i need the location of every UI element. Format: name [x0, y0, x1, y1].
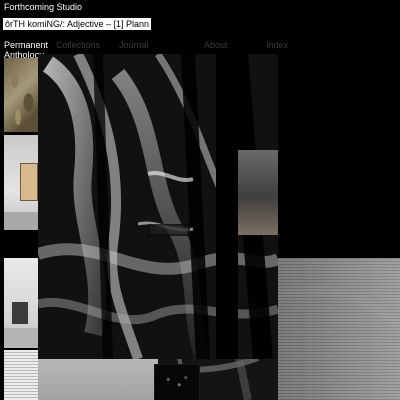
bottom-right-text-panel — [278, 258, 400, 400]
thumbnail-caption — [4, 232, 38, 244]
right-black-area — [278, 54, 400, 258]
top-right-menu-icon[interactable]: · · · · — [383, 4, 394, 10]
framed-artwork — [20, 163, 38, 201]
collage-divider-strip — [216, 54, 238, 359]
nav-item-label: Permanent — [4, 40, 49, 50]
inset-dots — [155, 365, 199, 400]
nav-item-index[interactable]: Index — [266, 40, 288, 50]
gallery-bench — [12, 302, 28, 324]
gallery-floor — [4, 328, 39, 348]
thumbnail-room-installation[interactable] — [4, 135, 39, 230]
thumbnail-painting[interactable] — [4, 58, 39, 132]
nav-item-collections[interactable]: Collections — [56, 40, 100, 50]
thumbnail-gallery-view[interactable] — [4, 258, 39, 348]
studio-title-link[interactable]: Forthcoming Studio — [4, 2, 82, 13]
left-text-excerpt — [4, 350, 38, 400]
nav-item-about[interactable]: About — [204, 40, 228, 50]
nav-item-journal[interactable]: Journal — [119, 40, 149, 50]
definition-subtitle: ôrTH komiNG/: Adjective – [1] Plann — [3, 18, 152, 30]
dark-inset-image[interactable] — [154, 364, 200, 400]
room-floor — [4, 212, 39, 230]
side-photo[interactable] — [238, 150, 278, 235]
page: Forthcoming Studio · · · · ôrTH komiNG/:… — [0, 0, 400, 400]
text-panel-shading — [278, 258, 400, 400]
